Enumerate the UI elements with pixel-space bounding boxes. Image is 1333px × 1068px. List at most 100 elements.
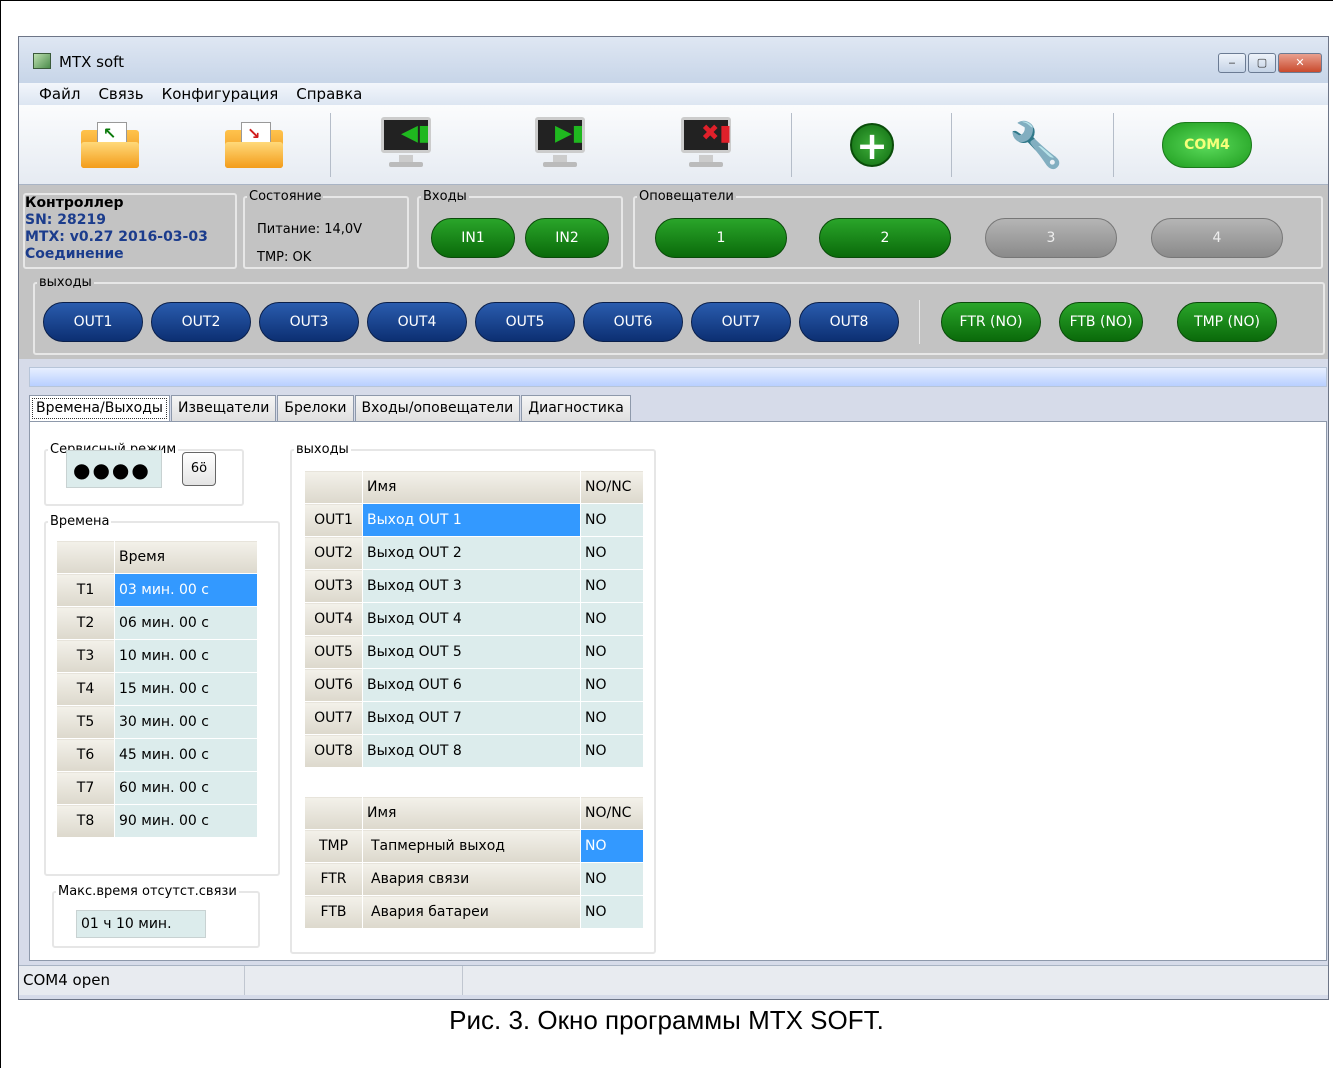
title-bar[interactable]: MTX soft ‒ ▢ ✕ — [19, 37, 1328, 83]
tab-times-outputs[interactable]: Времена/Выходы — [29, 395, 170, 422]
sounder-2[interactable]: 2 — [819, 218, 951, 258]
times-column-header: Время — [114, 540, 258, 574]
system-output-id: FTB — [304, 895, 363, 929]
settings-button[interactable]: 🔧 — [1001, 113, 1071, 177]
write-device-button[interactable]: ▶▮ — [529, 113, 599, 177]
output-name[interactable]: Выход OUT 2 — [362, 536, 581, 570]
output-out1[interactable]: OUT1 — [43, 302, 143, 342]
time-value[interactable]: 06 мин. 00 с — [114, 606, 258, 640]
com-port-button[interactable]: COM4 — [1157, 113, 1257, 177]
output-nonc[interactable]: NO — [580, 734, 644, 768]
device-status-panel: Контроллер SN: 28219 MTX: v0.27 2016-03-… — [19, 185, 1328, 359]
table-row: OUT1 Выход OUT 1 NO — [304, 503, 644, 537]
time-id: T1 — [56, 573, 115, 607]
com-port-label: COM4 — [1162, 122, 1252, 168]
output-out7[interactable]: OUT7 — [691, 302, 791, 342]
time-value[interactable]: 30 мин. 00 с — [114, 705, 258, 739]
disconnect-button[interactable]: ✖▮ — [675, 113, 745, 177]
system-outputs-name-header: Имя — [362, 796, 581, 830]
time-id: T3 — [56, 639, 115, 673]
read-device-button[interactable]: ◀▮ — [375, 113, 445, 177]
system-output-nonc[interactable]: NO — [580, 895, 644, 929]
tab-keyfobs[interactable]: Брелоки — [277, 395, 354, 421]
output-out6[interactable]: OUT6 — [583, 302, 683, 342]
add-button[interactable]: + — [837, 113, 907, 177]
show-password-button[interactable]: 6ö — [182, 452, 216, 486]
output-out3[interactable]: OUT3 — [259, 302, 359, 342]
output-name[interactable]: Выход OUT 1 — [362, 503, 581, 537]
monitor-disconnect-icon: ✖▮ — [681, 117, 739, 173]
output-id: OUT3 — [304, 569, 363, 603]
output-ftb[interactable]: FTB (NO) — [1059, 302, 1143, 342]
output-name[interactable]: Выход OUT 7 — [362, 701, 581, 735]
output-name[interactable]: Выход OUT 5 — [362, 635, 581, 669]
minimize-button[interactable]: ‒ — [1218, 53, 1246, 73]
output-ftr[interactable]: FTR (NO) — [941, 302, 1041, 342]
max-time-legend: Макс.время отсутст.связи — [58, 884, 237, 899]
menu-file[interactable]: Файл — [39, 85, 80, 103]
input-in1[interactable]: IN1 — [431, 218, 515, 258]
menu-connection[interactable]: Связь — [98, 85, 143, 103]
max-time-field[interactable]: 01 ч 10 мин. — [76, 910, 206, 938]
table-row: FTR Авария связи NO — [304, 862, 644, 896]
output-name[interactable]: Выход OUT 3 — [362, 569, 581, 603]
save-file-button[interactable]: ↘ — [219, 113, 289, 177]
output-nonc[interactable]: NO — [580, 536, 644, 570]
system-output-id: FTR — [304, 862, 363, 896]
output-out5[interactable]: OUT5 — [475, 302, 575, 342]
status-text: COM4 open — [19, 966, 245, 995]
output-out2[interactable]: OUT2 — [151, 302, 251, 342]
tab-diagnostics[interactable]: Диагностика — [521, 395, 631, 421]
time-value[interactable]: 60 мин. 00 с — [114, 771, 258, 805]
output-nonc[interactable]: NO — [580, 503, 644, 537]
menu-help[interactable]: Справка — [296, 85, 362, 103]
system-output-name: Авария связи — [362, 862, 581, 896]
sounder-1[interactable]: 1 — [655, 218, 787, 258]
time-value[interactable]: 45 мин. 00 с — [114, 738, 258, 772]
output-name[interactable]: Выход OUT 4 — [362, 602, 581, 636]
output-out4[interactable]: OUT4 — [367, 302, 467, 342]
menu-configuration[interactable]: Конфигурация — [162, 85, 279, 103]
time-value[interactable]: 03 мин. 00 с — [114, 573, 258, 607]
sounders-group: Оповещатели 1 2 3 4 — [633, 189, 1323, 269]
time-value[interactable]: 10 мин. 00 с — [114, 639, 258, 673]
time-value[interactable]: 90 мин. 00 с — [114, 804, 258, 838]
output-name[interactable]: Выход OUT 6 — [362, 668, 581, 702]
table-row: OUT3 Выход OUT 3 NO — [304, 569, 644, 603]
inputs-legend: Входы — [423, 189, 467, 204]
output-nonc[interactable]: NO — [580, 635, 644, 669]
sounder-4[interactable]: 4 — [1151, 218, 1283, 258]
open-file-button[interactable]: ↖ — [75, 113, 145, 177]
output-id: OUT7 — [304, 701, 363, 735]
password-field[interactable]: ●●●● — [66, 450, 162, 488]
table-row: FTB Авария батареи NO — [304, 895, 644, 929]
output-out8[interactable]: OUT8 — [799, 302, 899, 342]
input-in2[interactable]: IN2 — [525, 218, 609, 258]
system-outputs-table: Имя NO/NC TMP Тапмерный выход NO FTR Ава… — [304, 796, 644, 929]
system-output-name: Тапмерный выход — [362, 829, 581, 863]
status-bar: COM4 open — [19, 965, 1328, 995]
output-nonc[interactable]: NO — [580, 602, 644, 636]
sounder-3[interactable]: 3 — [985, 218, 1117, 258]
time-id: T6 — [56, 738, 115, 772]
tab-bar: Времена/Выходы Извещатели Брелоки Входы/… — [29, 395, 632, 422]
table-row: OUT7 Выход OUT 7 NO — [304, 701, 644, 735]
table-row: T8 90 мин. 00 с — [56, 804, 258, 838]
output-nonc[interactable]: NO — [580, 569, 644, 603]
system-output-nonc[interactable]: NO — [580, 829, 644, 863]
system-output-nonc[interactable]: NO — [580, 862, 644, 896]
time-value[interactable]: 15 мин. 00 с — [114, 672, 258, 706]
tab-inputs-sounders[interactable]: Входы/оповещатели — [354, 395, 521, 421]
maximize-button[interactable]: ▢ — [1248, 53, 1276, 73]
menu-bar: Файл Связь Конфигурация Справка — [19, 83, 1328, 105]
outputs-group: выходы OUT1 OUT2 OUT3 OUT4 OUT5 OUT6 OUT… — [33, 275, 1325, 355]
time-id: T7 — [56, 771, 115, 805]
close-button[interactable]: ✕ — [1278, 53, 1322, 73]
output-nonc[interactable]: NO — [580, 668, 644, 702]
output-name[interactable]: Выход OUT 8 — [362, 734, 581, 768]
output-tmp[interactable]: TMP (NO) — [1177, 302, 1277, 342]
window-title: MTX soft — [59, 53, 125, 71]
output-nonc[interactable]: NO — [580, 701, 644, 735]
time-id: T4 — [56, 672, 115, 706]
tab-detectors[interactable]: Извещатели — [170, 395, 277, 421]
